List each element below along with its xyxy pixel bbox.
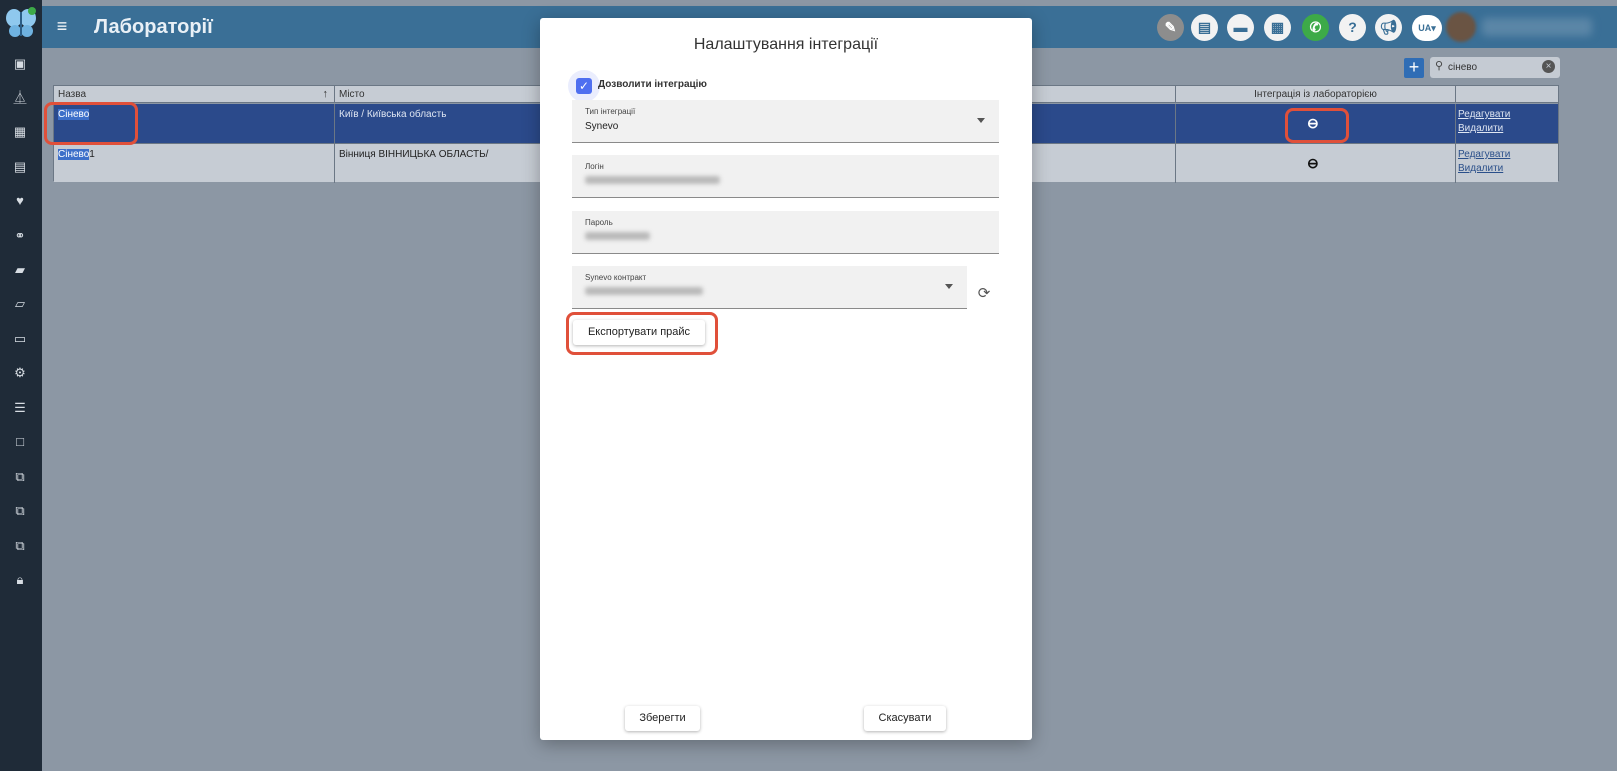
clear-search-icon[interactable]: × (1542, 60, 1555, 73)
edit-link[interactable]: Редагувати (1458, 109, 1510, 120)
sort-up-arrow-icon[interactable]: ↑ (323, 86, 329, 103)
pdf-icon[interactable]: ▤ (1191, 14, 1218, 41)
highlight-box-integration-link (1285, 108, 1349, 143)
list-icon[interactable]: ☰ (10, 398, 30, 418)
document-icon[interactable]: ▤ (10, 157, 30, 177)
highlight-box-export (566, 312, 718, 355)
delete-link[interactable]: Видалити (1458, 123, 1503, 134)
password-field[interactable]: Пароль (572, 211, 999, 254)
actions-cell: Редагувати Видалити (1456, 144, 1558, 183)
actions-cell: Редагувати Видалити (1456, 104, 1558, 143)
login-value-blurred (585, 176, 720, 184)
save-button[interactable]: Зберегти (625, 706, 700, 731)
integration-type-select[interactable]: Тип інтеграції Synevo (572, 100, 999, 143)
flask-icon[interactable]: ⏅ (10, 88, 30, 108)
id-card-icon[interactable]: ▣ (10, 54, 30, 74)
contract-value-blurred (585, 287, 703, 295)
username-blurred[interactable] (1482, 18, 1592, 36)
megaphone-icon[interactable]: 📢︎ (1375, 14, 1402, 41)
users-icon[interactable]: ⚭ (10, 226, 30, 246)
phone-icon[interactable]: ✆ (1302, 14, 1329, 41)
edit-link[interactable]: Редагувати (1458, 149, 1510, 160)
link-icon[interactable]: ⊖ (1307, 156, 1319, 170)
card-icon[interactable]: ▬ (1227, 14, 1254, 41)
login-label: Логін (585, 162, 604, 171)
search-icon: ⚲ (1435, 60, 1444, 72)
allow-integration-label[interactable]: Дозволити інтеграцію (598, 79, 707, 90)
search-box: ⚲ × (1430, 57, 1560, 78)
add-button[interactable]: + (1404, 58, 1424, 78)
butterfly-logo[interactable] (4, 6, 38, 40)
integration-type-label: Тип інтеграції (585, 107, 636, 116)
column-header-name[interactable]: Назва ↑ (54, 86, 335, 103)
delete-link[interactable]: Видалити (1458, 163, 1503, 174)
page-title: Лабораторії (94, 16, 213, 38)
heartbeat-icon[interactable]: ♥ (10, 191, 30, 211)
book-icon[interactable]: ▰ (10, 260, 30, 280)
dropdown-arrow-icon (977, 118, 985, 123)
avatar[interactable] (1446, 12, 1476, 42)
refresh-icon[interactable]: ⟳ (974, 284, 994, 304)
integration-type-value: Synevo (585, 121, 619, 132)
copy-icon-3[interactable]: ⧉ (10, 536, 30, 556)
login-field[interactable]: Логін (572, 155, 999, 198)
lock-icon[interactable]: 🔒︎ (10, 570, 30, 590)
integration-settings-dialog: Налаштування інтеграції ✓ Дозволити інте… (540, 18, 1032, 740)
note-icon[interactable]: □ (10, 432, 30, 452)
cancel-button[interactable]: Скасувати (864, 706, 946, 731)
password-value-blurred (585, 232, 650, 240)
integration-cell: ⊖ (1176, 144, 1456, 183)
calculator-icon[interactable]: ▦ (1264, 14, 1291, 41)
lab-name-cell: Сінево1 (54, 144, 335, 183)
search-input[interactable] (1448, 60, 1538, 75)
help-icon[interactable]: ? (1339, 14, 1366, 41)
copy-icon-2[interactable]: ⧉ (10, 501, 30, 521)
password-label: Пароль (585, 218, 613, 227)
feather-icon[interactable]: ✎ (1157, 14, 1184, 41)
folder-icon[interactable]: ▱ (10, 294, 30, 314)
sidebar: ▣ ⏅ ▦ ▤ ♥ ⚭ ▰ ▱ ▭ ⚙ ☰ □ ⧉ ⧉ ⧉ 🔒︎ (0, 0, 42, 771)
cogs-icon[interactable]: ⚙ (10, 363, 30, 383)
copy-icon-1[interactable]: ⧉ (10, 467, 30, 487)
column-header-integration[interactable]: Інтеграція із лабораторією (1176, 86, 1456, 103)
language-selector[interactable]: UA▾ (1412, 15, 1442, 41)
contract-select[interactable]: Synevo контракт (572, 266, 967, 309)
contract-label: Synevo контракт (585, 273, 647, 282)
dialog-title: Налаштування інтеграції (693, 36, 879, 53)
column-header-actions (1456, 86, 1558, 103)
highlight-box-lab-name (44, 102, 138, 145)
hamburger-menu-icon[interactable]: ≡ (52, 16, 72, 36)
money-icon[interactable]: ▭ (10, 329, 30, 349)
allow-integration-checkbox[interactable]: ✓ (576, 78, 592, 94)
dropdown-arrow-icon (945, 284, 953, 289)
calendar-icon[interactable]: ▦ (10, 122, 30, 142)
